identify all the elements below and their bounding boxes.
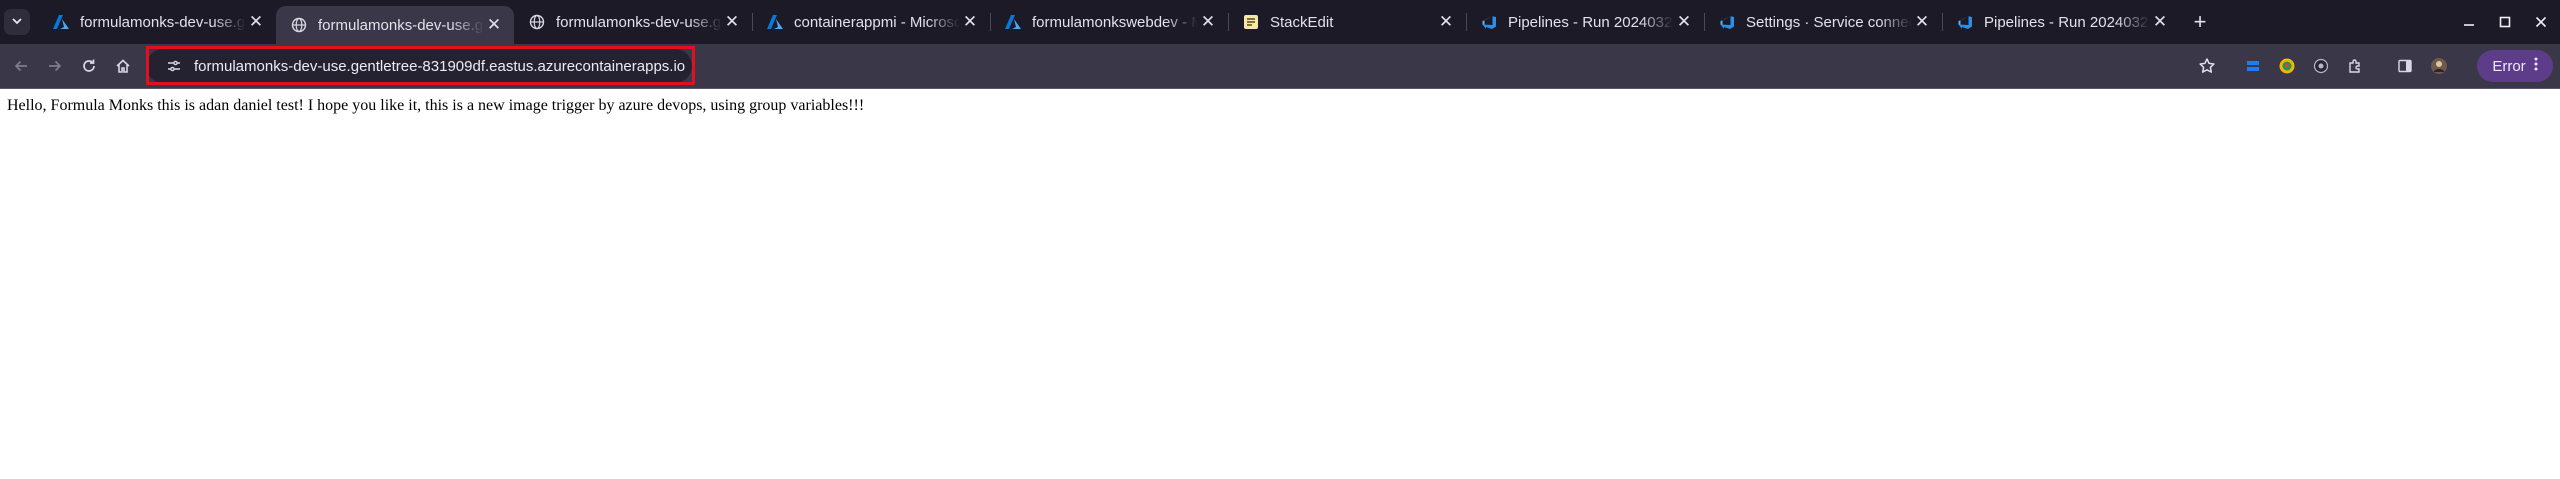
- forward-button[interactable]: [40, 51, 70, 81]
- stackedit-icon: [1242, 13, 1260, 31]
- address-bar[interactable]: formulamonks-dev-use.gentletree-831909df…: [146, 49, 692, 83]
- azure-icon: [1004, 13, 1022, 31]
- tab-title: Pipelines - Run 20240328.2: [1984, 13, 2150, 31]
- globe-icon: [290, 16, 308, 34]
- reload-button[interactable]: [74, 51, 104, 81]
- site-info-button[interactable]: [160, 52, 188, 80]
- tab-title: StackEdit: [1270, 13, 1334, 31]
- profile-error-button[interactable]: Error: [2477, 50, 2553, 82]
- chevron-down-icon: [11, 14, 23, 30]
- tab-title: Settings · Service connections: [1746, 13, 1912, 31]
- minimize-icon: [2464, 24, 2474, 26]
- extension-dark-circle-icon[interactable]: [2304, 49, 2338, 83]
- arrow-left-icon: [14, 60, 27, 72]
- tab-formulamonks-1[interactable]: formulamonks-dev-use.gentletree-831909df…: [38, 0, 276, 44]
- error-label: Error: [2492, 57, 2526, 75]
- star-icon: [2199, 58, 2215, 73]
- tab-pipelines-run-2[interactable]: Pipelines - Run 20240328.2 ✕: [1942, 0, 2180, 44]
- close-icon[interactable]: ✕: [246, 12, 266, 32]
- back-button[interactable]: [6, 51, 36, 81]
- azure-devops-icon: [1718, 13, 1736, 31]
- bookmark-button[interactable]: [2192, 51, 2222, 81]
- tab-title: formulamonkswebdev - Microsoft Azure: [1032, 13, 1198, 31]
- reload-icon: [83, 59, 95, 72]
- azure-devops-icon: [1956, 13, 1974, 31]
- globe-icon: [528, 13, 546, 31]
- browser-toolbar: formulamonks-dev-use.gentletree-831909df…: [0, 44, 2560, 88]
- close-icon[interactable]: ✕: [1198, 12, 1218, 32]
- more-vert-icon: [2534, 57, 2538, 75]
- close-icon[interactable]: ✕: [1912, 12, 1932, 32]
- tab-title: formulamonks-dev-use.gentletree-831909df: [80, 13, 246, 31]
- window-controls: [2452, 0, 2560, 44]
- extensions-area: [2236, 44, 2456, 88]
- close-icon[interactable]: ✕: [484, 15, 504, 35]
- tab-search-button[interactable]: [4, 9, 30, 35]
- maximize-icon: [2499, 16, 2511, 28]
- tab-formulamonks-3[interactable]: formulamonks-dev-use.gentletree-831909df…: [514, 0, 752, 44]
- extension-blue-icon[interactable]: [2236, 49, 2270, 83]
- extension-colorful-icon[interactable]: [2270, 49, 2304, 83]
- close-icon[interactable]: ✕: [2150, 12, 2170, 32]
- tab-stackedit[interactable]: StackEdit ✕: [1228, 0, 1466, 44]
- azure-icon: [52, 13, 70, 31]
- azure-icon: [766, 13, 784, 31]
- extensions-puzzle-icon[interactable]: [2338, 49, 2372, 83]
- home-icon: [116, 59, 130, 73]
- profile-avatar-icon[interactable]: [2422, 49, 2456, 83]
- tab-list: formulamonks-dev-use.gentletree-831909df…: [38, 0, 2214, 44]
- tab-title: formulamonks-dev-use.gentletree-831909df: [556, 13, 722, 31]
- side-panel-icon[interactable]: [2388, 49, 2422, 83]
- tab-formulamonkswebdev[interactable]: formulamonkswebdev - Microsoft Azure ✕: [990, 0, 1228, 44]
- new-tab-button[interactable]: +: [2186, 8, 2214, 36]
- azure-devops-icon: [1480, 13, 1498, 31]
- url-text[interactable]: formulamonks-dev-use.gentletree-831909df…: [194, 58, 685, 75]
- plus-icon: +: [2193, 9, 2207, 34]
- close-icon[interactable]: ✕: [1674, 12, 1694, 32]
- page-content: Hello, Formula Monks this is adan daniel…: [0, 89, 2560, 479]
- minimize-button[interactable]: [2452, 5, 2486, 39]
- close-icon[interactable]: ✕: [722, 12, 742, 32]
- close-icon: [2535, 16, 2547, 28]
- tab-containerappmi[interactable]: containerappmi - Microsoft Azure ✕: [752, 0, 990, 44]
- tab-title: formulamonks-dev-use.gentletree-831909df: [318, 16, 484, 34]
- tab-pipelines-run-1[interactable]: Pipelines - Run 20240328.1 ✕: [1466, 0, 1704, 44]
- home-button[interactable]: [108, 51, 138, 81]
- tab-strip: formulamonks-dev-use.gentletree-831909df…: [0, 0, 2560, 44]
- maximize-button[interactable]: [2488, 5, 2522, 39]
- close-window-button[interactable]: [2524, 5, 2558, 39]
- arrow-right-icon: [49, 60, 62, 72]
- tab-formulamonks-2-active[interactable]: formulamonks-dev-use.gentletree-831909df…: [276, 6, 514, 44]
- tune-icon: [168, 60, 180, 72]
- close-icon[interactable]: ✕: [1436, 12, 1456, 32]
- tab-title: Pipelines - Run 20240328.1: [1508, 13, 1674, 31]
- tab-service-connections[interactable]: Settings · Service connections ✕: [1704, 0, 1942, 44]
- close-icon[interactable]: ✕: [960, 12, 980, 32]
- tab-title: containerappmi - Microsoft Azure: [794, 13, 960, 31]
- page-body-text: Hello, Formula Monks this is adan daniel…: [7, 97, 865, 114]
